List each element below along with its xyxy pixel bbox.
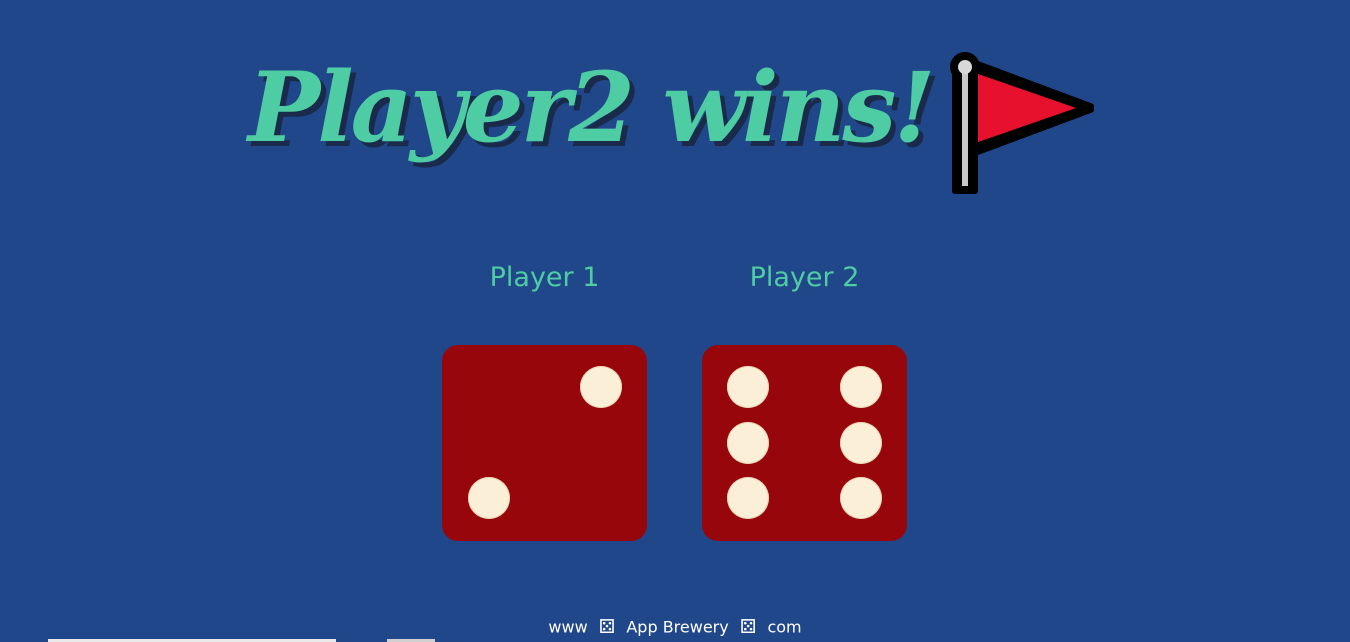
die-pip <box>727 477 769 519</box>
red-flag-icon <box>950 52 1094 194</box>
die-pip <box>468 477 510 519</box>
player-2-column: Player 2 <box>702 262 907 293</box>
dice-icon: ⚄ <box>739 616 757 638</box>
footer-suffix: com <box>767 617 802 637</box>
player-1-die <box>442 345 647 541</box>
die-pip <box>840 422 882 464</box>
die-pip <box>727 422 769 464</box>
player-2-die <box>702 345 907 541</box>
die-pip <box>840 477 882 519</box>
dice-icon: ⚄ <box>598 616 616 638</box>
die-pip <box>727 366 769 408</box>
die-pip <box>580 366 622 408</box>
winner-title: Player2 wins! <box>248 51 936 164</box>
footer-prefix: www <box>548 617 588 637</box>
footer: www ⚄ App Brewery ⚄ com <box>0 616 1350 638</box>
die-pip <box>840 366 882 408</box>
player-1-column: Player 1 <box>442 262 647 293</box>
footer-brand: App Brewery <box>626 617 729 637</box>
player-1-label: Player 1 <box>489 262 600 293</box>
winner-banner: Player2 wins! <box>0 40 1350 210</box>
player-2-label: Player 2 <box>749 262 860 293</box>
